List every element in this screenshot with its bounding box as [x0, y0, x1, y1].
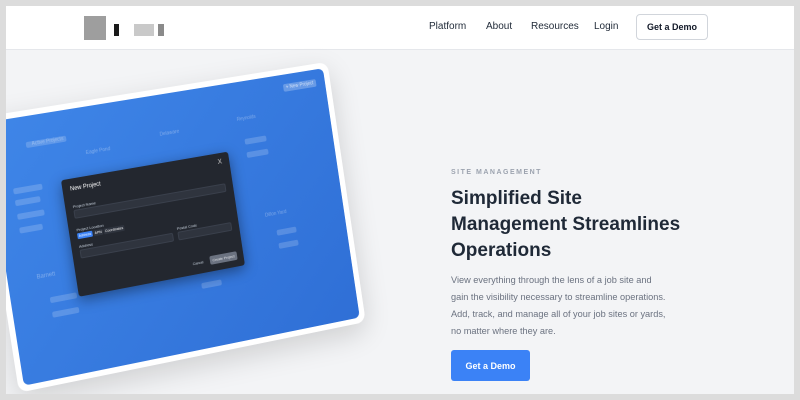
- bg-row: [244, 135, 267, 145]
- location-option-address[interactable]: Address: [76, 230, 94, 240]
- bg-row: [16, 209, 45, 220]
- bg-label-reynolds: Reynolds: [236, 114, 257, 123]
- nav-link-about[interactable]: About: [486, 21, 512, 32]
- bg-row: [201, 279, 223, 289]
- nav-link-platform[interactable]: Platform: [429, 21, 466, 32]
- page-frame: Platform About Resources Login Get a Dem…: [6, 6, 794, 394]
- address-input[interactable]: [79, 232, 175, 259]
- product-mockup: Active Projects Eagle Pond Delaware Reyn…: [6, 61, 369, 394]
- logo-block-3: [134, 24, 154, 36]
- hero-description: View everything through the lens of a jo…: [451, 275, 666, 336]
- bg-row: [14, 195, 41, 207]
- bg-row: [19, 223, 44, 234]
- bg-row: [49, 292, 78, 304]
- bg-row: [12, 183, 43, 195]
- location-option-coordinates[interactable]: Coordinates: [103, 224, 125, 235]
- bg-row: [246, 148, 269, 158]
- modal-title: New Project: [69, 181, 102, 193]
- bg-new-project-button: + New Project: [282, 79, 317, 92]
- nav-link-resources[interactable]: Resources: [531, 21, 579, 32]
- mockup-device: Active Projects Eagle Pond Delaware Reyn…: [6, 61, 366, 393]
- section-eyebrow: SITE MANAGEMENT: [451, 169, 542, 176]
- bg-row: [278, 239, 299, 249]
- hero-headline: Simplified Site Management Streamlines O…: [451, 188, 681, 261]
- bg-label-barnett: Barnett: [36, 271, 56, 281]
- modal-cancel-button[interactable]: Cancel: [188, 257, 208, 269]
- nav-link-login[interactable]: Login: [594, 21, 618, 32]
- close-icon[interactable]: X: [217, 159, 222, 166]
- hero-demo-button[interactable]: Get a Demo: [451, 350, 530, 381]
- logo-block-2: [114, 24, 119, 36]
- top-nav: Platform About Resources Login Get a Dem…: [6, 6, 794, 50]
- modal-create-button[interactable]: Create Project: [209, 251, 238, 265]
- bg-row: [51, 306, 80, 318]
- new-project-modal: New Project X Project Name Project Locat…: [60, 151, 245, 297]
- project-name-input[interactable]: [73, 183, 227, 219]
- bg-row: [276, 226, 297, 236]
- bg-label-eagle-pond: Eagle Pond: [85, 146, 111, 157]
- logo-block-4: [158, 24, 164, 36]
- mockup-screen: Active Projects Eagle Pond Delaware Reyn…: [6, 68, 360, 386]
- logo-block-1: [84, 16, 106, 40]
- brand-logo[interactable]: [84, 16, 174, 40]
- bg-label-delaware: Delaware: [159, 128, 180, 138]
- nav-demo-button[interactable]: Get a Demo: [636, 14, 708, 40]
- location-option-apn[interactable]: APN: [93, 228, 104, 237]
- bg-label-dillon-yard: Dillon Yard: [264, 209, 287, 219]
- bg-label-active-projects: Active Projects: [31, 136, 64, 148]
